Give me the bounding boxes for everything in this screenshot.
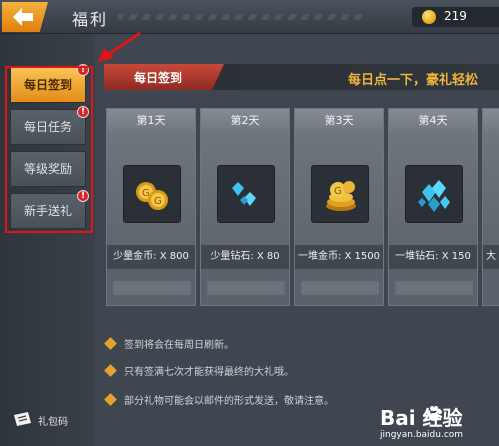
reward-icon-frame (405, 165, 463, 223)
paw-icon (426, 406, 442, 421)
note-text: 签到将会在每周日刷新。 (124, 340, 234, 351)
coins-icon: G G (136, 182, 168, 210)
banner-tag: 每日签到 (104, 64, 224, 90)
gift-code-button[interactable]: 礼包码 (12, 410, 82, 430)
card-reward-label: 一堆金币: X 1500 (295, 245, 383, 269)
card-day-label: 第2天 (201, 109, 289, 133)
banner-slogan: 每日点一下，豪礼轻松 (348, 73, 479, 88)
coin-pile-icon: G (326, 181, 356, 211)
diamond-bullet-icon (104, 337, 117, 350)
back-button[interactable] (2, 2, 48, 32)
diamond-bullet-icon (104, 364, 117, 377)
reward-card-list: 第1天 G G 少量金币: X 800 第2天 少量钻石: X 80 第3天 G… (106, 108, 499, 306)
watermark-brand: Bai 经验 (380, 406, 463, 430)
reward-icon-frame: G G (123, 165, 181, 223)
coin-counter: 219 (412, 7, 499, 27)
title-decoration (118, 14, 368, 20)
annotation-highlight-box (5, 66, 93, 233)
gift-code-label: 礼包码 (38, 417, 68, 428)
banner-tag-label: 每日签到 (134, 71, 183, 85)
watermark-url: jingyan.baidu.com (380, 430, 464, 440)
card-reward-label: 一堆钻石: X 150 (389, 245, 477, 269)
svg-text:G: G (334, 186, 342, 197)
card-reward-label: 少量钻石: X 80 (201, 245, 289, 269)
card-day-label (483, 109, 499, 133)
card-day-label: 第3天 (295, 109, 383, 133)
reward-card-day-2[interactable]: 第2天 少量钻石: X 80 (200, 108, 290, 306)
card-day-label: 第4天 (389, 109, 477, 133)
diamond-bullet-icon (104, 393, 117, 406)
reward-icon-frame: G (311, 165, 369, 223)
reward-card-day-3[interactable]: 第3天 G 一堆金币: X 1500 (294, 108, 384, 306)
card-reward-label: 少量金币: X 800 (107, 245, 195, 269)
coin-icon (422, 10, 436, 24)
coin-count: 219 (444, 9, 467, 23)
diamond-pile-icon (418, 180, 450, 212)
annotation-arrow-icon (98, 31, 141, 62)
ticket-icon (14, 412, 31, 426)
reward-icon-frame (217, 165, 275, 223)
reward-card-day-4[interactable]: 第4天 一堆钻石: X 150 (388, 108, 478, 306)
note-text: 只有签满七次才能获得最终的大礼哦。 (124, 367, 294, 378)
watermark: Bai 经验 jingyan.baidu.com (380, 402, 495, 442)
card-footer (207, 281, 285, 295)
checkin-banner: 每日签到 每日点一下，豪礼轻松 (104, 64, 499, 90)
card-reward-label: 大 (483, 245, 499, 269)
reward-card-day-5[interactable]: 大 (482, 108, 499, 306)
page-title: 福利 (72, 10, 109, 29)
svg-text:G: G (154, 196, 162, 207)
card-day-label: 第1天 (107, 109, 195, 133)
card-footer (395, 281, 473, 295)
card-footer (113, 281, 191, 295)
card-footer (301, 281, 379, 295)
reward-card-day-1[interactable]: 第1天 G G 少量金币: X 800 (106, 108, 196, 306)
back-arrow-icon (13, 8, 33, 26)
note-text: 部分礼物可能会以邮件的形式发送，敬请注意。 (124, 396, 334, 407)
diamonds-icon (232, 182, 256, 206)
top-bar: 福利 219 (0, 0, 499, 34)
